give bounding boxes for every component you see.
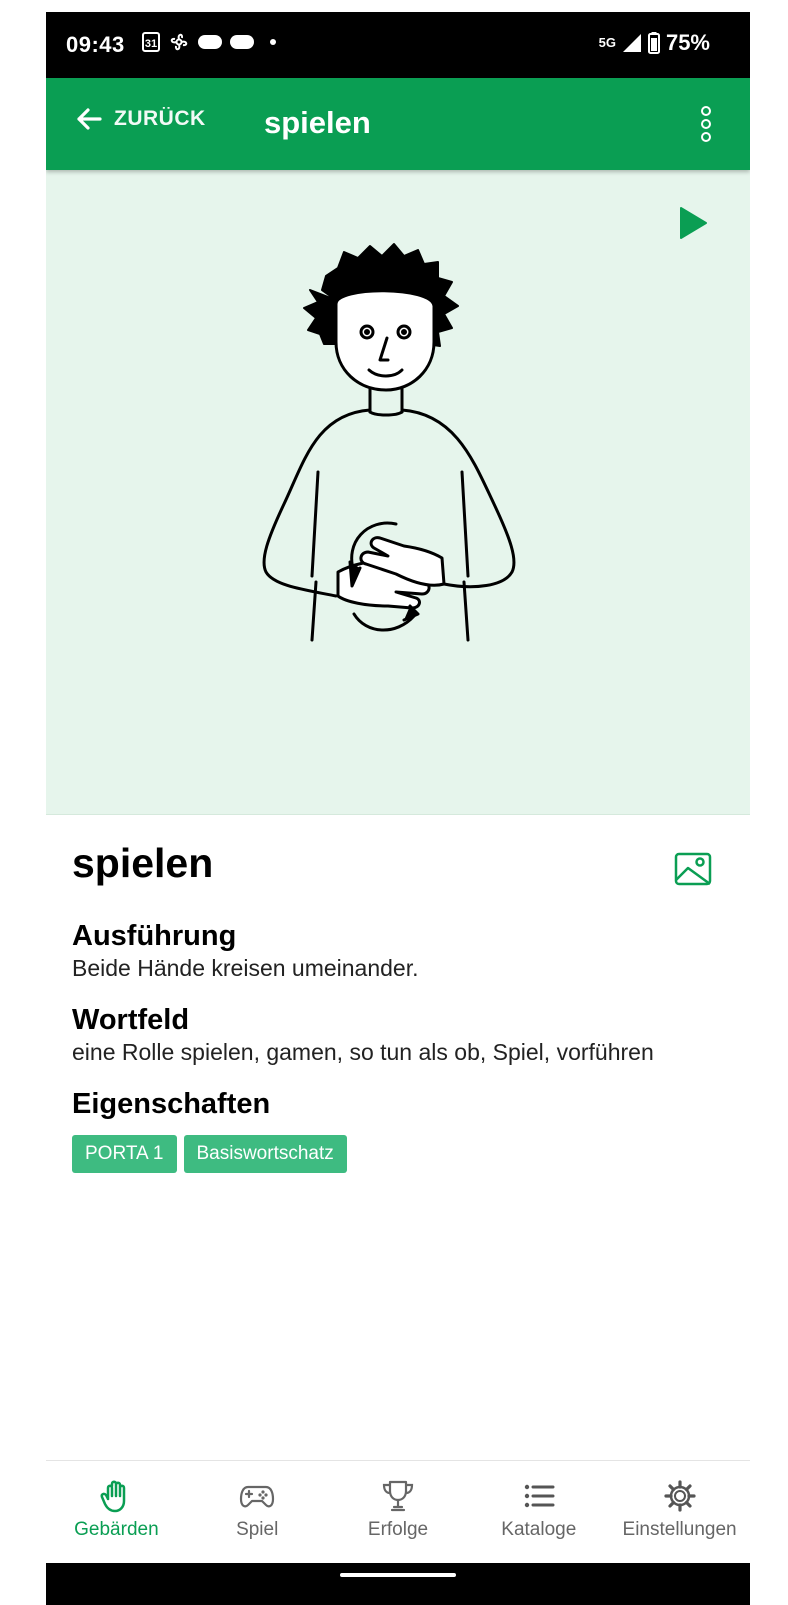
battery-percent: 75% [665,30,710,55]
sign-word: spielen [72,840,214,886]
properties-tags: PORTA 1 Basiswortschatz [72,1135,724,1173]
nav-label: Gebärden [74,1519,159,1540]
nav-item-einstellungen[interactable]: Einstellungen [609,1461,750,1553]
trophy-icon [382,1480,414,1512]
back-button[interactable]: ZURÜCK [74,104,206,134]
hand-icon [100,1480,126,1513]
gamepad-icon [240,1485,275,1508]
execution-heading: Ausführung [72,920,237,952]
nav-label: Kataloge [501,1519,577,1540]
image-icon[interactable] [674,852,712,886]
calendar-icon: 31 [142,32,160,52]
fan-icon [170,33,188,51]
dot-icon [701,106,711,116]
system-icons: 5G 75% [599,30,710,56]
network-type: 5G [598,35,616,50]
properties-heading: Eigenschaften [72,1088,271,1120]
app-badge-icon [230,35,254,49]
nav-item-gebaerden[interactable]: Gebärden [46,1461,187,1553]
tag-chip[interactable]: PORTA 1 [72,1135,177,1173]
battery-icon [647,32,660,54]
list-icon [524,1484,555,1508]
tag-chip[interactable]: Basiswortschatz [183,1135,347,1173]
word-field-heading: Wortfeld [72,1004,190,1036]
dot-icon [701,119,711,129]
app-bar: ZURÜCK spielen [46,78,750,170]
nav-label: Spiel [236,1519,279,1540]
back-label: ZURÜCK [114,107,206,130]
nav-item-kataloge[interactable]: Kataloge [468,1461,609,1553]
home-handle[interactable] [340,1573,456,1577]
status-bar: 09:43 31 5G 75% [46,12,750,78]
play-icon[interactable] [678,206,708,240]
nav-label: Erfolge [367,1519,429,1540]
notification-icons: 31 [142,31,276,53]
bottom-navigation: Gebärden Spiel Erfolge Kataloge Einstell… [46,1460,750,1553]
nav-label: Einstellungen [622,1519,737,1540]
arrow-left-icon [77,108,102,130]
page-title: spielen [264,105,371,140]
dot-icon [701,132,711,142]
sign-illustration-area [46,170,750,815]
nav-item-erfolge[interactable]: Erfolge [328,1461,469,1553]
nav-item-spiel[interactable]: Spiel [187,1461,328,1553]
gesture-bar [46,1563,750,1605]
word-field-text: eine Rolle spielen, gamen, so tun als ob… [72,1039,654,1065]
overflow-menu-button[interactable] [698,106,714,142]
execution-text: Beide Hände kreisen umeinander. [72,955,419,981]
more-notifications-icon [270,39,276,45]
sign-drawing [262,243,516,642]
status-time: 09:43 [66,32,125,57]
app-badge-icon [198,35,222,49]
sign-details: spielen Ausführung Beide Hände kreisen u… [72,840,724,1173]
gear-icon [663,1480,696,1512]
signal-icon [622,34,641,52]
phone-screen: 09:43 31 5G 75% ZURÜCK spielen spielen A… [46,12,750,1605]
